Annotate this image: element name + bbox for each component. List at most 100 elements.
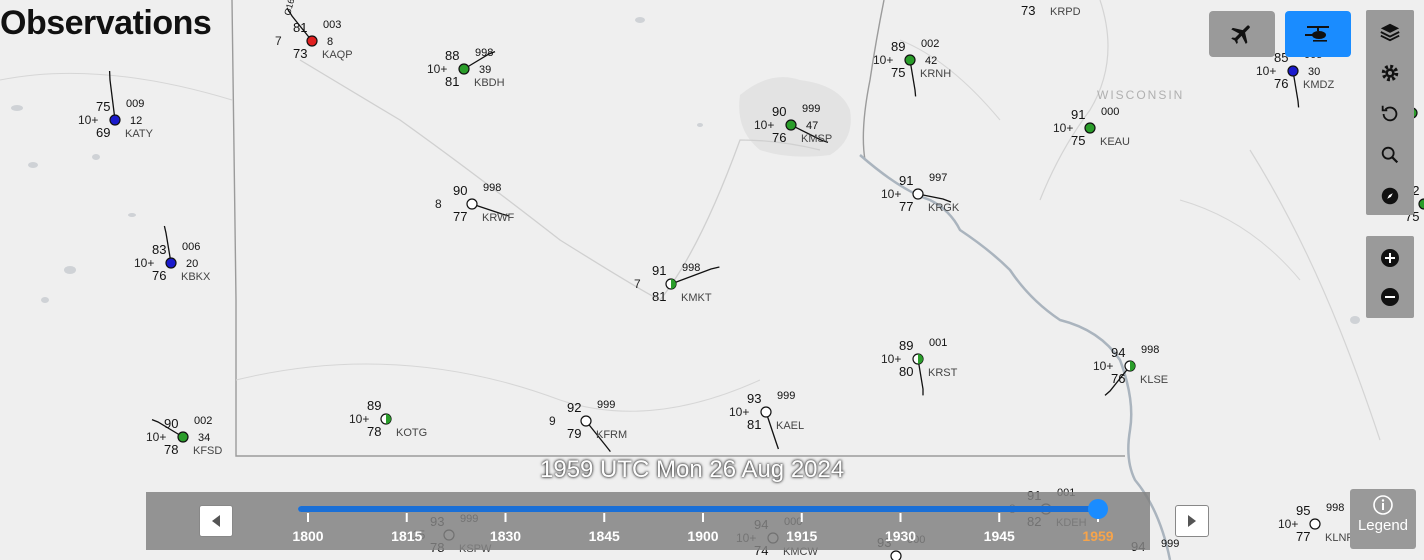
temperature: 91 [899,173,913,188]
pressure: 002 [194,415,212,427]
timeline-tick [307,513,309,522]
temperature: 90 [164,416,178,431]
pressure: 998 [682,262,700,274]
station-id: KEAU [1100,136,1130,148]
dewpoint: 77 [1296,529,1310,544]
sky-cover-circle [466,198,478,210]
search-button[interactable] [1374,139,1406,171]
timeline-tick-label[interactable]: 1959 [1082,528,1113,544]
dewpoint: 77 [899,199,913,214]
sky-cover-circle [306,35,318,47]
station-id: KFSD [193,445,222,457]
sky-cover-circle [785,119,797,131]
visibility: 9 [549,414,556,428]
pressure: 998 [1141,344,1159,356]
dewpoint: 80 [899,364,913,379]
station-plot-krpd[interactable]: 73 KRPD [1021,3,1081,18]
sky-cover-circle [760,406,772,418]
search-icon [1381,146,1399,164]
timeline-tick-label[interactable]: 1930 [885,528,916,544]
dewpoint: 81 [445,74,459,89]
zoom-in-button[interactable] [1374,242,1406,274]
temperature: 93 [747,391,761,406]
layers-icon [1380,23,1400,42]
visibility: 8 [435,197,442,211]
sky-cover-circle [1418,198,1424,210]
page-title: Observations [0,4,212,42]
dewpoint: 81 [747,417,761,432]
sky-cover-circle [890,550,902,560]
temperature: 92 [567,400,581,415]
plus-icon [1381,249,1399,267]
timeline-tick [405,513,408,522]
timeline-tick-label[interactable]: 1900 [687,528,718,544]
pressure: 998 [1326,502,1344,514]
zoom-out-button[interactable] [1374,281,1406,313]
timeline-handle[interactable] [1088,499,1108,519]
wind-speed: 12 [130,115,142,127]
pressure: 999 [777,390,795,402]
layers-button[interactable] [1374,16,1406,48]
pressure: 999 [1161,538,1179,550]
temperature: 81 [293,20,307,35]
station-id: KRPD [1050,6,1081,18]
previous-time-button[interactable] [199,505,233,537]
helicopter-toggle-button[interactable] [1285,11,1351,57]
dewpoint: 76 [772,130,786,145]
dewpoint: 78 [367,424,381,439]
airplane-toggle-button[interactable] [1209,11,1275,57]
station-id: KRGK [928,202,960,214]
compass-icon [1381,187,1399,205]
dewpoint: 73 [293,46,307,61]
next-time-button[interactable] [1175,505,1209,537]
timeline-tick-label[interactable]: 1800 [292,528,323,544]
minus-icon [1381,288,1399,306]
sky-cover-circle [109,114,121,126]
dewpoint: 81 [652,289,666,304]
settings-button[interactable] [1374,57,1406,89]
timeline-tick [504,513,507,522]
timeline-tick-label[interactable]: 1945 [984,528,1015,544]
sky-cover-circle [177,431,189,443]
timeline-tick-label[interactable]: 1915 [786,528,817,544]
timeline-tick-label[interactable]: 1815 [391,528,422,544]
timeline-tick [899,513,902,522]
timeline-tick-label[interactable]: 1845 [589,528,620,544]
dewpoint: 75 [1071,133,1085,148]
visibility: 7 [634,277,641,291]
sky-cover-circle [912,188,924,200]
sky-cover-circle [1084,122,1096,134]
chevron-left-icon [212,515,220,527]
pressure: 003 [323,19,341,31]
pressure: 006 [182,241,200,253]
sky-cover-circle [458,63,470,75]
temperature: 90 [453,183,467,198]
wind-speed: 30 [1308,66,1320,78]
refresh-button[interactable] [1374,98,1406,130]
pressure: 000 [1101,106,1119,118]
pressure: 001 [929,337,947,349]
sky-cover-circle [1287,65,1299,77]
legend-button[interactable]: Legend [1350,489,1416,549]
pressure: 002 [921,38,939,50]
timeline-tick-label[interactable]: 1830 [490,528,521,544]
station-id: KBDH [474,77,505,89]
airplane-icon [1231,25,1250,44]
dewpoint: 69 [96,125,110,140]
compass-button[interactable] [1374,180,1406,212]
temperature: 89 [367,398,381,413]
sky-cover-circle [165,257,177,269]
pressure: 009 [126,98,144,110]
station-id: KOTG [396,427,427,439]
sky-cover-circle [904,54,916,66]
map-tools-panel [1366,10,1414,215]
dewpoint: 79 [567,426,581,441]
legend-label: Legend [1357,517,1409,534]
sky-cover-circle [580,415,592,427]
sky-cover-circle [1309,518,1321,530]
wind-speed: 42 [925,55,937,67]
wind-speed: 47 [806,120,818,132]
station-id: KAEL [776,420,804,432]
wind-speed: 39 [479,64,491,76]
pressure: 999 [597,399,615,411]
